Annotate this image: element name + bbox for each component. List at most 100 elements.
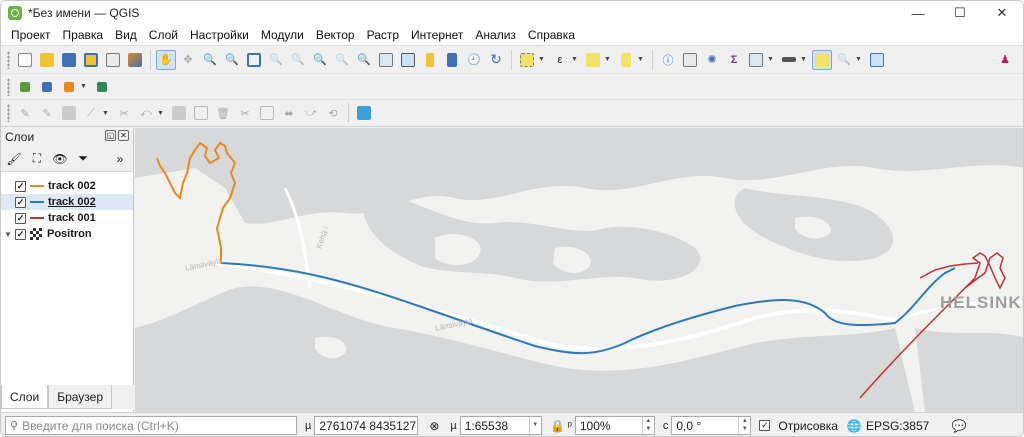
chevron-down-icon[interactable]: ▼ [800,56,808,63]
filter-icon[interactable]: ⏷ [74,150,92,168]
digitize-icon[interactable]: ⟋ [81,103,101,123]
undo-icon[interactable]: ⤺ [136,103,156,123]
edit-icon[interactable]: ✎ [37,103,57,123]
minimize-button[interactable]: — [897,1,939,25]
add-database-layer-icon[interactable] [59,77,79,97]
menu-vector[interactable]: Вектор [310,25,361,45]
chevron-down-icon[interactable]: ▼ [80,83,88,90]
open-project-icon[interactable] [37,50,57,70]
render-checkbox[interactable]: ✓ [759,420,771,431]
deselect-icon[interactable] [583,50,603,70]
vertex-tool-icon[interactable]: ✂ [114,103,134,123]
sum-icon[interactable]: Σ [724,50,744,70]
style-brush-icon[interactable]: 🖌 [5,150,23,168]
new-map-view-icon[interactable] [376,50,396,70]
layer-visibility-checkbox[interactable]: ✓ [15,212,26,224]
toggle-editing-icon[interactable]: ✎ [15,103,35,123]
add-wms-layer-icon[interactable] [92,77,112,97]
temporal-controller-icon[interactable]: 🕘 [464,50,484,70]
pan-icon[interactable]: ✋ [156,49,176,70]
menu-plugins[interactable]: Модули [255,25,310,45]
chevron-down-icon[interactable]: ▼ [157,110,165,117]
new-project-icon[interactable] [15,50,35,70]
cut-icon[interactable]: ✂ [235,103,255,123]
chevron-down-icon[interactable]: ▼ [604,56,612,63]
toolbar-grip[interactable] [7,77,10,96]
show-bookmarks-icon[interactable] [442,50,462,70]
menu-raster[interactable]: Растр [361,25,405,45]
menu-web[interactable]: Интернет [405,25,469,45]
new-bookmark-icon[interactable] [420,50,440,70]
map-canvas[interactable]: Länsiväylä Länsiväylä Kehä I HELSINKI [135,128,1023,412]
zoom-last-icon[interactable]: 🔍 [332,50,352,70]
chevron-down-icon[interactable]: ▼ [538,56,546,63]
menu-help[interactable]: Справка [522,25,581,45]
shape-icon[interactable] [169,103,189,123]
zoom-to-selection-icon[interactable]: 🔍 [266,50,286,70]
toolbar-grip[interactable] [7,50,10,69]
rotate-icon[interactable]: ⟲ [323,103,343,123]
menu-edit[interactable]: Правка [57,25,110,45]
crs-globe-icon[interactable]: 🌐 [846,418,862,434]
style-manager-icon[interactable] [125,50,145,70]
lock-icon[interactable]: 🔒 [550,418,566,434]
chevron-down-icon[interactable]: ▼ [637,56,645,63]
messages-icon[interactable]: 💬 [951,418,967,434]
chevron-down-icon[interactable]: ▼ [855,56,863,63]
tab-layers[interactable]: Слои [1,385,49,409]
spin-arrows-icon[interactable]: ▲ ▼ [641,417,654,434]
attribute-table-icon[interactable] [680,50,700,70]
new-3d-view-icon[interactable] [398,50,418,70]
select-by-value-icon[interactable]: ε [550,50,570,70]
rotation-field[interactable]: 0,0 ° ▲ ▼ [671,416,752,435]
field-calculator-icon[interactable] [746,50,766,70]
chevron-down-icon[interactable]: ▼ [767,56,775,63]
layer-visibility-checkbox[interactable]: ✓ [15,196,26,208]
annotations-icon[interactable] [812,49,832,70]
gear-icon[interactable]: ✺ [702,50,722,70]
layer-row-track-001[interactable]: ✓ track 001 [1,210,133,226]
zoom-out-icon[interactable]: 🔍 [222,50,242,70]
eye-icon[interactable]: 👁 [51,150,69,168]
close-button[interactable]: ✕ [981,1,1023,25]
menu-view[interactable]: Вид [109,25,143,45]
tips-icon[interactable]: 🔍 [834,50,854,70]
chevron-down-icon[interactable]: ▼ [528,417,541,434]
layer-row-positron[interactable]: ▼ ✓ Positron [1,226,133,242]
coordinate-field[interactable]: 2761074 8435127 [314,416,419,435]
copy-icon[interactable] [191,103,211,123]
more-icon[interactable]: » [111,150,129,168]
delete-icon[interactable]: 🗑 [213,103,233,123]
layer-visibility-checkbox[interactable]: ✓ [15,228,26,240]
tab-browser[interactable]: Браузер [48,385,112,409]
select-by-location-icon[interactable] [616,50,636,70]
float-panel-button[interactable]: ◱ [105,130,116,141]
refresh-icon[interactable]: ↻ [486,50,506,70]
save-edits-icon[interactable] [59,103,79,123]
measure-icon[interactable] [779,50,799,70]
redo-icon[interactable]: ⤻ [301,103,321,123]
toggle-extents-icon[interactable]: ⊗ [426,418,442,434]
pan-to-selection-icon[interactable]: ✥ [178,50,198,70]
zoom-native-icon[interactable]: 🔍 [310,50,330,70]
zoom-to-layer-icon[interactable]: 🔍 [288,50,308,70]
identify-icon[interactable]: ⓘ [658,50,678,70]
zoom-next-icon[interactable]: 🔍 [354,50,374,70]
plugin-icon[interactable]: ♟ [995,50,1015,70]
print-layout-icon[interactable] [103,50,123,70]
move-icon[interactable]: ⬌ [279,103,299,123]
layer-visibility-checkbox[interactable]: ✓ [15,180,26,192]
toolbar-grip[interactable] [7,104,10,122]
menu-layer[interactable]: Слой [143,25,184,45]
maximize-button[interactable]: ☐ [939,1,981,25]
add-raster-layer-icon[interactable] [37,77,57,97]
magnifier-field[interactable]: 100% ▲ ▼ [574,416,655,435]
select-features-icon[interactable] [517,50,537,70]
layer-row-track-002-blue[interactable]: ✓ track 002 [1,194,133,210]
spin-arrows-icon[interactable]: ▲ ▼ [738,417,750,434]
zoom-in-icon[interactable]: 🔍 [200,50,220,70]
add-group-icon[interactable]: ⛶ [28,150,46,168]
layer-row-track-002-orange[interactable]: ✓ track 002 [1,178,133,194]
close-panel-button[interactable]: ✕ [118,130,129,141]
paste-icon[interactable] [257,103,277,123]
